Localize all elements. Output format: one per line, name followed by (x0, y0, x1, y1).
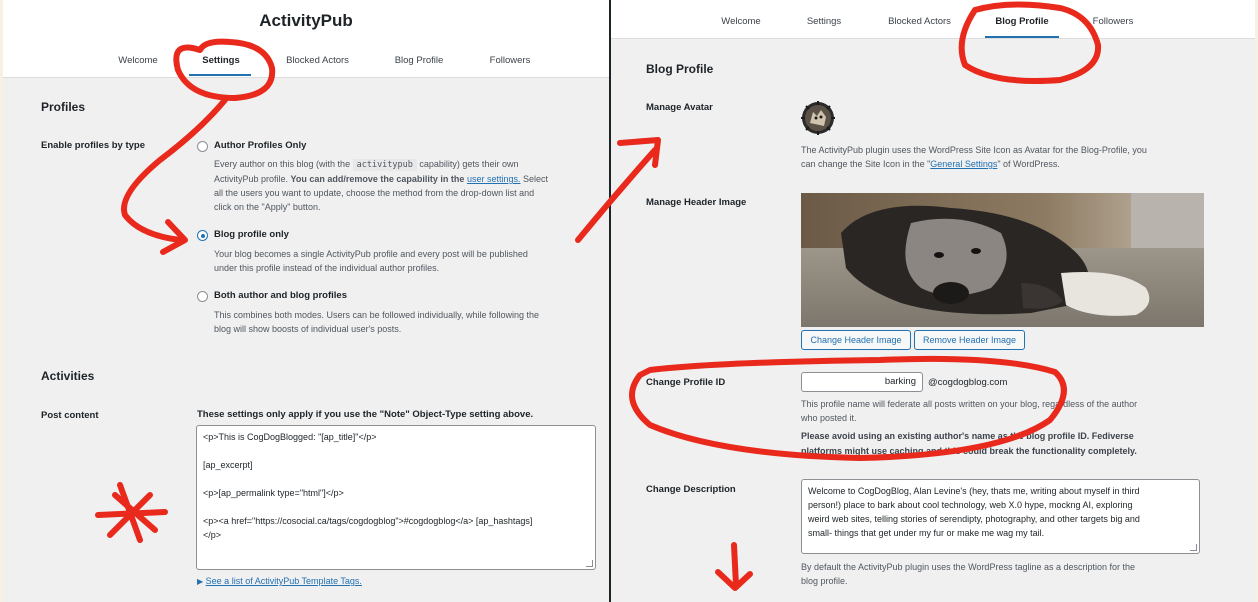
manage-header-label: Manage Header Image (646, 197, 747, 208)
template-tags-row: ▶ See a list of ActivityPub Template Tag… (197, 574, 362, 589)
description-line: Welcome to CogDogBlog, Alan Levine's (he… (808, 486, 1140, 496)
description-textarea[interactable]: Welcome to CogDogBlog, Alan Levine's (he… (801, 479, 1200, 554)
blog-profile-header: Welcome Settings Blocked Actors Blog Pro… (611, 0, 1255, 39)
header-image (801, 193, 1204, 327)
both-profiles-desc: This combines both modes. Users can be f… (214, 310, 539, 334)
capability-code: activitypub (352, 159, 417, 171)
active-tab-indicator (985, 36, 1059, 38)
triangle-right-icon: ▶ (197, 577, 204, 586)
change-header-button[interactable]: Change Header Image (801, 330, 911, 350)
template-line: <p><a href="https://cosocial.ca/tags/cog… (203, 516, 533, 526)
tab-welcome[interactable]: Welcome (711, 16, 771, 27)
site-avatar (801, 101, 835, 135)
template-line: <p>This is CogDogBlogged: "[ap_title]"</… (203, 432, 377, 442)
page-title: Blog Profile (646, 62, 714, 76)
both-profiles-label[interactable]: Both author and blog profiles (214, 290, 347, 301)
profile-id-input[interactable]: barking (801, 372, 923, 392)
profile-id-warning: Please avoid using an existing author's … (801, 431, 1137, 456)
both-profiles-radio[interactable] (197, 291, 208, 302)
post-content-template[interactable]: <p>This is CogDogBlogged: "[ap_title]"</… (196, 425, 596, 570)
tab-welcome[interactable]: Welcome (108, 55, 168, 66)
author-profiles-desc: Every author on this blog (with the acti… (214, 159, 548, 212)
template-tags-link[interactable]: See a list of ActivityPub Template Tags. (206, 576, 362, 586)
description-line: weird web sites, telling stories of sere… (808, 514, 1140, 524)
blog-profile-screen: Welcome Settings Blocked Actors Blog Pro… (611, 0, 1255, 602)
enable-profiles-label: Enable profiles by type (41, 140, 145, 151)
change-profile-id-label: Change Profile ID (646, 377, 726, 388)
tab-followers[interactable]: Followers (1083, 16, 1143, 27)
template-line: </p> (203, 530, 222, 540)
blog-profile-radio[interactable] (197, 230, 208, 241)
template-line: [ap_excerpt] (203, 460, 253, 470)
settings-header: ActivityPub Welcome Settings Blocked Act… (3, 0, 609, 78)
manage-avatar-label: Manage Avatar (646, 102, 713, 113)
tab-blog-profile[interactable]: Blog Profile (986, 16, 1058, 27)
user-settings-link[interactable]: user settings. (467, 174, 521, 184)
note-setting-hint: These settings only apply if you use the… (197, 409, 534, 420)
tab-blocked-actors[interactable]: Blocked Actors (275, 55, 360, 66)
profile-domain: @cogdogblog.com (928, 377, 1008, 388)
change-description-label: Change Description (646, 484, 736, 495)
description-line: small- things that get under my fur or m… (808, 528, 1045, 538)
tab-settings[interactable]: Settings (794, 16, 854, 27)
resize-handle[interactable] (586, 560, 593, 567)
tab-settings[interactable]: Settings (191, 55, 251, 66)
tab-blog-profile[interactable]: Blog Profile (383, 55, 455, 66)
app-title: ActivityPub (259, 11, 353, 30)
remove-header-button[interactable]: Remove Header Image (914, 330, 1025, 350)
active-tab-indicator (189, 74, 251, 76)
activities-heading: Activities (41, 369, 95, 383)
tab-blocked-actors[interactable]: Blocked Actors (877, 16, 962, 27)
blog-profile-desc: Your blog becomes a single ActivityPub p… (214, 249, 528, 273)
template-line: <p>[ap_permalink type="html"]</p> (203, 488, 344, 498)
blog-profile-label[interactable]: Blog profile only (214, 229, 289, 240)
description-help: By default the ActivityPub plugin uses t… (801, 562, 1136, 586)
general-settings-link[interactable]: General Settings (930, 159, 997, 169)
description-line: person!) place to bark about cool techno… (808, 500, 1133, 510)
post-content-label: Post content (41, 410, 99, 421)
tab-followers[interactable]: Followers (480, 55, 540, 66)
profiles-heading: Profiles (41, 100, 86, 114)
author-profiles-radio[interactable] (197, 141, 208, 152)
avatar-help: The ActivityPub plugin uses the WordPres… (801, 145, 1147, 169)
dog-photo (801, 193, 1204, 327)
settings-screen: ActivityPub Welcome Settings Blocked Act… (3, 0, 609, 602)
author-profiles-label[interactable]: Author Profiles Only (214, 140, 306, 151)
resize-handle[interactable] (1190, 544, 1197, 551)
profile-id-help: This profile name will federate all post… (801, 399, 1138, 423)
